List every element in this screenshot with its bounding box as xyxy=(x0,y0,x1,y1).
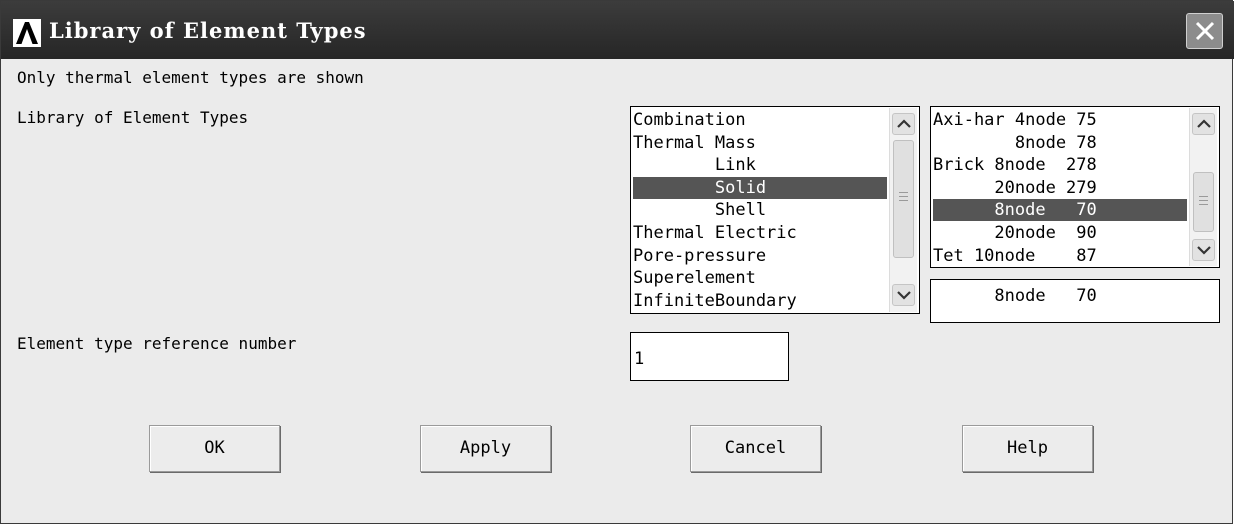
scroll-up-button[interactable] xyxy=(1192,113,1215,135)
chevron-down-icon xyxy=(1197,246,1211,255)
category-listbox[interactable]: Combination Thermal Mass Link Solid Shel… xyxy=(630,106,920,314)
element-type-ref-input[interactable] xyxy=(630,332,789,381)
selected-element-display: 8node 70 xyxy=(930,279,1220,323)
cancel-button[interactable]: Cancel xyxy=(690,425,821,472)
help-button[interactable]: Help xyxy=(962,425,1093,472)
library-element-types-dialog: Library of Element Types Only thermal el… xyxy=(0,0,1234,524)
list-item[interactable]: Link xyxy=(633,154,756,176)
category-scrollbar[interactable] xyxy=(889,108,917,312)
list-item[interactable]: Axi-har 4node 75 xyxy=(933,109,1097,131)
list-item[interactable]: 8node 78 xyxy=(933,132,1097,154)
list-item-selected[interactable]: Solid xyxy=(633,177,887,199)
scroll-up-button[interactable] xyxy=(892,113,915,135)
list-item[interactable]: Thermal Electric xyxy=(633,222,797,244)
list-item[interactable]: Pore-pressure xyxy=(633,245,766,267)
list-item[interactable]: Superelement xyxy=(633,267,756,289)
scroll-thumb[interactable] xyxy=(893,140,914,258)
scroll-down-button[interactable] xyxy=(1192,239,1215,261)
chevron-down-icon xyxy=(897,291,911,300)
close-button[interactable] xyxy=(1186,13,1223,49)
list-item-selected[interactable]: 8node 70 xyxy=(933,199,1187,221)
ref-number-label: Element type reference number xyxy=(17,334,297,353)
list-item[interactable]: 20node 279 xyxy=(933,177,1096,199)
element-scrollbar[interactable] xyxy=(1189,108,1217,266)
list-item[interactable]: InfiniteBoundary xyxy=(633,290,797,312)
close-icon xyxy=(1195,21,1215,41)
list-item[interactable]: Brick 8node 278 xyxy=(933,154,1097,176)
info-label: Only thermal element types are shown xyxy=(17,68,364,87)
list-item[interactable]: Combination xyxy=(633,109,746,131)
list-item[interactable]: Thermal Mass xyxy=(633,132,756,154)
ansys-logo-icon xyxy=(13,19,41,47)
list-item[interactable]: 20node 90 xyxy=(933,222,1096,244)
dialog-title: Library of Element Types xyxy=(49,18,367,43)
library-label: Library of Element Types xyxy=(17,108,249,127)
list-item[interactable]: Tet 10node 87 xyxy=(933,245,1097,267)
title-bar[interactable]: Library of Element Types xyxy=(1,1,1234,59)
chevron-up-icon xyxy=(897,119,911,128)
list-item[interactable]: Shell xyxy=(633,199,766,221)
scroll-thumb[interactable] xyxy=(1193,172,1214,232)
scroll-down-button[interactable] xyxy=(892,284,915,306)
ok-button[interactable]: OK xyxy=(149,425,280,472)
chevron-up-icon xyxy=(1197,119,1211,128)
selected-element-text: 8node 70 xyxy=(933,286,1097,306)
element-listbox[interactable]: Axi-har 4node 75 8node 78 Brick 8node 27… xyxy=(930,106,1220,268)
apply-button[interactable]: Apply xyxy=(420,425,551,472)
